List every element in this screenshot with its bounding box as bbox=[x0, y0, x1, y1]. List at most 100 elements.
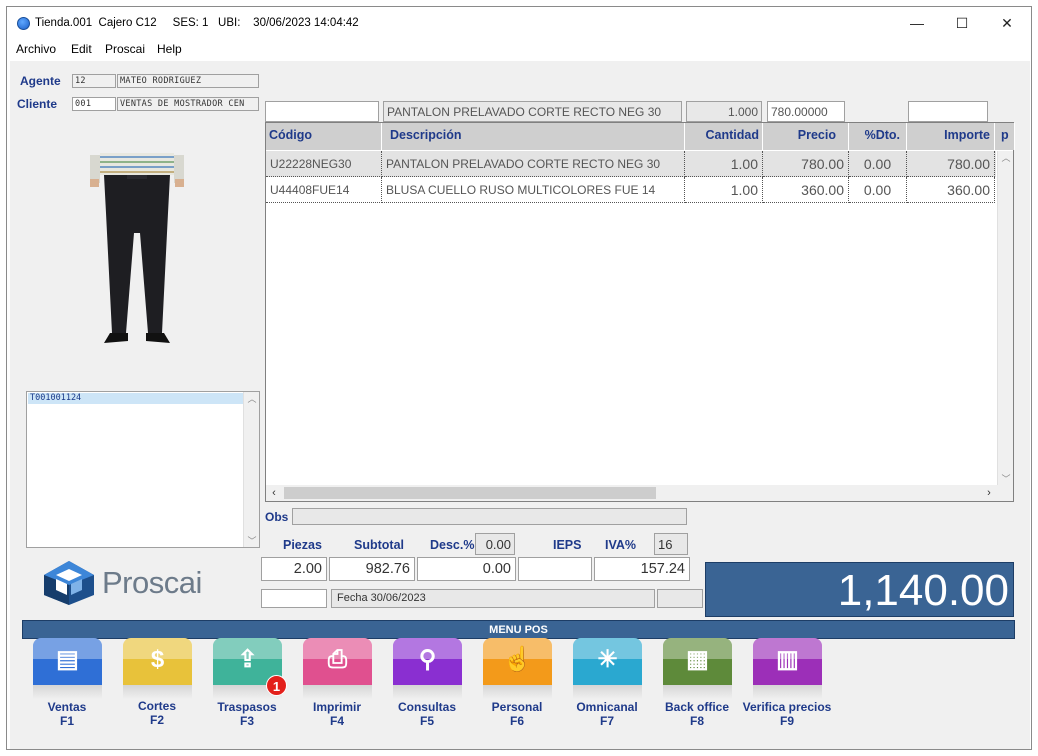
descripcion-field: PANTALON PRELAVADO CORTE RECTO NEG 30 bbox=[383, 101, 682, 122]
scroll-up-icon[interactable]: ︿ bbox=[998, 151, 1014, 164]
table-row[interactable]: U22228NEG30 PANTALON PRELAVADO CORTE REC… bbox=[266, 151, 996, 177]
hand-icon: ☝ bbox=[502, 646, 533, 673]
fecha-extra-field bbox=[657, 589, 703, 608]
col-cantidad[interactable]: Cantidad bbox=[685, 123, 763, 150]
omnicanal-tile[interactable]: ✳ bbox=[573, 638, 642, 685]
back-office-tile[interactable]: ▦ bbox=[663, 638, 732, 685]
table-row[interactable]: U44408FUE14 BLUSA CUELLO RUSO MULTICOLOR… bbox=[266, 177, 996, 203]
cube-logo-icon bbox=[44, 561, 94, 605]
minimize-button[interactable]: — bbox=[897, 13, 937, 35]
extra-input[interactable] bbox=[908, 101, 988, 122]
verifica-precios-label: Verifica precios bbox=[742, 700, 832, 714]
imprimir-tile[interactable]: ⎙ bbox=[303, 638, 372, 685]
register-icon: ▤ bbox=[56, 646, 79, 673]
ventas-button[interactable]: ▤ Ventas F1 bbox=[22, 637, 112, 749]
items-grid[interactable]: Código Descripción Cantidad Precio %Dto.… bbox=[265, 122, 1015, 502]
menu-bar: Archivo Edit Proscai Help bbox=[7, 40, 1031, 60]
app-window: Tienda.001 Cajero C12 SES: 1 UBI: 30/06/… bbox=[6, 6, 1032, 750]
obs-label: Obs bbox=[265, 510, 289, 524]
row-importe: 360.00 bbox=[907, 177, 995, 203]
row-cantidad: 1.00 bbox=[685, 151, 763, 177]
close-button[interactable]: ✕ bbox=[987, 13, 1027, 35]
window-title: Tienda.001 Cajero C12 SES: 1 UBI: 30/06/… bbox=[35, 17, 359, 29]
col-codigo[interactable]: Código bbox=[266, 123, 382, 150]
list-scrollbar[interactable]: ︿ ﹀ bbox=[243, 392, 259, 547]
fecha-field: Fecha 30/06/2023 bbox=[331, 589, 655, 608]
cash-icon: $ bbox=[150, 646, 165, 673]
ventas-label: Ventas bbox=[47, 700, 87, 714]
imprimir-key: F4 bbox=[329, 714, 344, 728]
subtotal-value: 982.76 bbox=[329, 557, 415, 581]
back-office-button[interactable]: ▦ Back office F8 bbox=[652, 637, 742, 749]
fecha-blank-field bbox=[261, 589, 327, 608]
traspasos-button[interactable]: ⇪ 1 Traspasos F3 bbox=[202, 637, 292, 749]
traspasos-key: F3 bbox=[239, 714, 254, 728]
network-icon: ✳ bbox=[597, 646, 618, 673]
agente-label: Agente bbox=[20, 74, 61, 88]
grand-total: 1,140.00 bbox=[705, 562, 1014, 617]
menu-edit[interactable]: Edit bbox=[71, 42, 92, 56]
consultas-tile[interactable]: ⚲ bbox=[393, 638, 462, 685]
verifica-precios-key: F9 bbox=[779, 714, 794, 728]
grid-vscrollbar[interactable]: ︿ ﹀ bbox=[997, 151, 1013, 485]
ventas-tile[interactable]: ▤ bbox=[33, 638, 102, 685]
imprimir-label: Imprimir bbox=[312, 700, 361, 714]
menu-help[interactable]: Help bbox=[157, 42, 182, 56]
globe-icon bbox=[17, 17, 30, 30]
ticket-list[interactable]: T001001124 ︿ ﹀ bbox=[26, 391, 260, 548]
traspasos-label: Traspasos bbox=[217, 700, 277, 714]
scroll-up-icon[interactable]: ︿ bbox=[244, 392, 260, 405]
col-p[interactable]: p bbox=[995, 123, 1015, 150]
menu-proscai[interactable]: Proscai bbox=[105, 42, 145, 56]
omnicanal-button[interactable]: ✳ Omnicanal F7 bbox=[562, 637, 652, 749]
col-descripcion[interactable]: Descripción bbox=[382, 123, 685, 150]
codigo-input[interactable] bbox=[265, 101, 379, 122]
product-photo bbox=[90, 153, 184, 343]
scroll-right-icon[interactable]: › bbox=[981, 487, 997, 499]
imprimir-button[interactable]: ⎙ Imprimir F4 bbox=[292, 637, 382, 749]
ieps-value bbox=[518, 557, 592, 581]
cortes-tile[interactable]: $ bbox=[123, 638, 192, 685]
ventas-key: F1 bbox=[59, 714, 74, 728]
col-importe[interactable]: Importe bbox=[907, 123, 995, 150]
obs-input[interactable] bbox=[292, 508, 687, 525]
agente-name-field: MATEO RODRIGUEZ bbox=[117, 74, 259, 88]
cortes-key: F2 bbox=[149, 713, 164, 727]
descuento-value: 0.00 bbox=[417, 557, 516, 581]
cliente-label: Cliente bbox=[17, 97, 58, 111]
maximize-button[interactable]: ☐ bbox=[942, 13, 982, 35]
col-descuento[interactable]: %Dto. bbox=[849, 123, 907, 150]
transfer-icon: ⇪ bbox=[237, 646, 258, 673]
agente-code-field[interactable]: 12 bbox=[72, 74, 116, 88]
descuento-pct-field[interactable]: 0.00 bbox=[475, 533, 515, 555]
col-precio[interactable]: Precio bbox=[763, 123, 849, 150]
consultas-key: F5 bbox=[419, 714, 434, 728]
notification-badge: 1 bbox=[266, 675, 287, 696]
piezas-value: 2.00 bbox=[261, 557, 327, 581]
consultas-button[interactable]: ⚲ Consultas F5 bbox=[382, 637, 472, 749]
grid-hscrollbar[interactable]: ‹ › bbox=[266, 485, 1013, 501]
list-item[interactable]: T001001124 bbox=[28, 393, 244, 404]
hscroll-thumb[interactable] bbox=[284, 487, 656, 499]
cortes-button[interactable]: $ Cortes F2 bbox=[112, 637, 202, 749]
row-importe: 780.00 bbox=[907, 151, 995, 177]
personal-key: F6 bbox=[509, 714, 524, 728]
piezas-label: Piezas bbox=[283, 538, 322, 552]
row-precio: 780.00 bbox=[763, 151, 849, 177]
personal-button[interactable]: ☝ Personal F6 bbox=[472, 637, 562, 749]
cantidad-input[interactable]: 1.000 bbox=[686, 101, 762, 122]
verifica-precios-tile[interactable]: ▥ bbox=[753, 638, 822, 685]
row-cantidad: 1.00 bbox=[685, 177, 763, 203]
barcode-icon: ▥ bbox=[776, 646, 799, 673]
iva-pct-field[interactable]: 16 bbox=[654, 533, 688, 555]
verifica-precios-button[interactable]: ▥ Verifica precios F9 bbox=[742, 637, 842, 749]
personal-tile[interactable]: ☝ bbox=[483, 638, 552, 685]
consultas-label: Consultas bbox=[397, 700, 456, 714]
scroll-down-icon[interactable]: ﹀ bbox=[244, 534, 260, 547]
menu-archivo[interactable]: Archivo bbox=[16, 42, 56, 56]
cliente-code-field[interactable]: 001 bbox=[72, 97, 116, 111]
precio-input[interactable]: 780.00000 bbox=[767, 101, 845, 122]
omnicanal-label: Omnicanal bbox=[576, 700, 638, 714]
scroll-down-icon[interactable]: ﹀ bbox=[998, 472, 1014, 485]
scroll-left-icon[interactable]: ‹ bbox=[266, 487, 282, 499]
